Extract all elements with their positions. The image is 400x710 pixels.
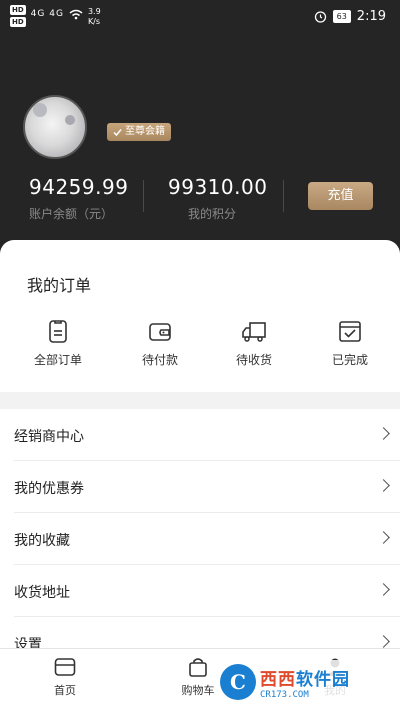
balance-value: 94259.99 — [29, 175, 129, 199]
signal-indicator: 4G 4G — [30, 9, 64, 19]
order-pending-receipt-button[interactable]: 待收货 — [214, 318, 294, 368]
menu-item-label: 经销商中心 — [14, 429, 84, 445]
profile-header: 至尊会籍 94259.99 账户余额（元） 99310.00 我的积分 充值 — [0, 34, 400, 254]
watermark-title: 西西软件园 — [260, 665, 350, 690]
menu-item-label: 我的收藏 — [14, 533, 70, 549]
nav-home[interactable]: 首页 — [35, 657, 95, 698]
member-badge: 至尊会籍 — [107, 123, 171, 141]
divider — [143, 180, 144, 212]
points-value: 99310.00 — [168, 175, 268, 199]
order-pending-payment-label: 待付款 — [141, 353, 178, 367]
orders-card: 我的订单 全部订单 待付款 待收货 已完成 — [0, 240, 400, 392]
hd-indicator: HD — [10, 5, 26, 15]
watermark-logo: C — [220, 664, 256, 700]
watermark-text: 西西软件园 CR173.COM — [260, 665, 350, 700]
calendar-check-icon — [339, 321, 361, 342]
avatar[interactable] — [23, 95, 87, 159]
menu-item-label: 我的优惠券 — [14, 481, 84, 497]
chevron-right-icon — [377, 583, 390, 596]
chevron-right-icon — [377, 531, 390, 544]
order-pending-payment-button[interactable]: 待付款 — [120, 318, 200, 368]
watermark-url: CR173.COM — [260, 689, 309, 700]
status-left: HD HD 4G 4G 3.9 K/s — [10, 5, 101, 27]
order-completed-label: 已完成 — [331, 353, 368, 367]
watermark-title-red: 西西 — [260, 669, 296, 690]
member-badge-label: 至尊会籍 — [125, 126, 165, 137]
alarm-icon — [314, 11, 326, 23]
balance-stat[interactable]: 94259.99 账户余额（元） — [29, 175, 128, 222]
menu-item-label: 收货地址 — [14, 585, 70, 601]
order-all-label: 全部订单 — [33, 353, 82, 367]
order-pending-receipt-label: 待收货 — [235, 353, 272, 367]
watermark-title-blue: 软件园 — [296, 669, 350, 690]
avatar-detail — [33, 103, 47, 117]
menu-item-address[interactable]: 收货地址 — [14, 565, 400, 617]
status-bar: HD HD 4G 4G 3.9 K/s 63 2:19 — [0, 0, 400, 34]
chevron-right-icon — [377, 635, 390, 648]
hd-indicators: HD HD — [10, 5, 26, 27]
battery-indicator: 63 — [332, 10, 351, 23]
wifi-icon — [69, 9, 83, 20]
bag-icon — [189, 658, 207, 677]
clock: 2:19 — [356, 9, 386, 24]
card-icon — [54, 658, 76, 676]
menu-item-dealer-center[interactable]: 经销商中心 — [14, 409, 400, 461]
check-icon — [113, 128, 122, 136]
clipboard-icon — [49, 320, 67, 343]
points-label: 我的积分 — [188, 207, 237, 221]
recharge-button[interactable]: 充值 — [308, 182, 373, 210]
menu-list: 经销商中心 我的优惠券 我的收藏 收货地址 设置 — [0, 409, 400, 669]
status-right: 63 2:19 — [314, 9, 386, 24]
divider — [283, 180, 284, 212]
avatar-detail — [65, 115, 75, 125]
nav-home-label: 首页 — [54, 684, 76, 697]
wallet-icon — [149, 323, 171, 341]
order-all-button[interactable]: 全部订单 — [18, 318, 98, 368]
balance-label: 账户余额（元） — [29, 207, 114, 221]
points-stat[interactable]: 99310.00 我的积分 — [168, 175, 267, 222]
order-completed-button[interactable]: 已完成 — [310, 318, 390, 368]
menu-item-favorites[interactable]: 我的收藏 — [14, 513, 400, 565]
menu-item-coupons[interactable]: 我的优惠券 — [14, 461, 400, 513]
hd-indicator: HD — [10, 17, 26, 27]
chevron-right-icon — [377, 479, 390, 492]
chevron-right-icon — [377, 427, 390, 440]
watermark: C 西西软件园 CR173.COM — [214, 660, 388, 704]
orders-title: 我的订单 — [27, 276, 92, 295]
truck-icon — [242, 322, 266, 342]
network-speed: 3.9 K/s — [87, 7, 101, 26]
